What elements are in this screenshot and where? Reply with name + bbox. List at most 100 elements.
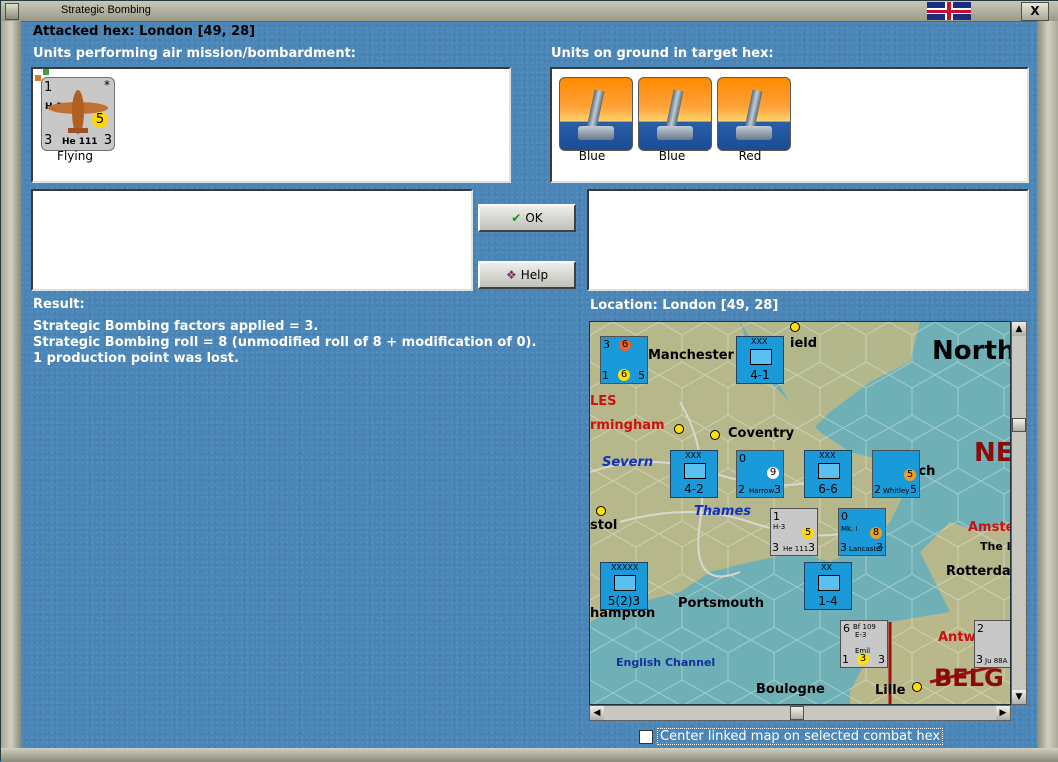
city-label: Coventry — [728, 426, 795, 441]
unit-symbol-icon — [614, 575, 636, 591]
counter-value: 3 — [976, 653, 983, 666]
map-counter-whitley[interactable]: 5 2 Whitley 5 — [872, 450, 920, 498]
counter-value: 3 — [774, 483, 781, 496]
unit-marker-icon — [35, 75, 41, 81]
city-label: ield — [790, 336, 818, 351]
help-label: Help — [520, 268, 549, 282]
counter-value: XXX — [751, 337, 768, 346]
result-line: 1 production point was lost. — [33, 351, 239, 366]
counter-value: 1 — [773, 510, 780, 523]
strategic-bombing-window: Strategic Bombing X Attacked hex: London… — [0, 0, 1058, 762]
counter-value: 6 — [843, 622, 850, 635]
city-label: Antw — [938, 630, 976, 645]
river-label: Thames — [694, 504, 751, 519]
location-label: Location: London [49, 28] — [590, 298, 779, 313]
counter-value: 9 — [767, 467, 779, 479]
map-counter-army[interactable]: XXXXX 5(2)3 — [600, 562, 648, 610]
city-label: rmingham — [590, 418, 665, 433]
counter-value: Bf 109 — [853, 623, 876, 631]
map-counter-harrow[interactable]: 0 9 2 Harrow 3 — [736, 450, 784, 498]
system-menu-icon[interactable] — [5, 3, 19, 20]
air-units-label: Units performing air mission/bombardment… — [33, 46, 357, 61]
counter-value: 3 — [840, 541, 847, 554]
map-counter-ju88[interactable]: 2 3 Ju 88A — [974, 620, 1010, 668]
bottom-frame — [1, 748, 1058, 762]
city-label: Portsmouth — [678, 596, 765, 611]
counter-value: 2 — [977, 622, 984, 635]
bomber-plane-icon — [48, 90, 108, 134]
counter-value: 6 — [619, 339, 631, 351]
ground-unit-aa-3[interactable] — [717, 77, 791, 151]
unit-symbol-icon — [818, 463, 840, 479]
city-dot — [596, 506, 606, 516]
vertical-scroll-thumb[interactable] — [1012, 418, 1026, 432]
help-book-icon: ❖ — [505, 268, 517, 282]
map-counter-manchester-corps[interactable]: XXX 4-1 — [736, 336, 784, 384]
map-vertical-scrollbar[interactable]: ▲ ▼ — [1011, 321, 1027, 705]
unit-type: He 111 — [62, 137, 98, 147]
unit-symbol-icon — [750, 349, 772, 365]
counter-value: 3 — [876, 541, 883, 554]
counter-value: XXXXX — [611, 563, 639, 572]
counter-value: XXX — [685, 451, 702, 460]
air-details-panel — [31, 189, 473, 291]
unit-symbol-icon — [818, 575, 840, 591]
counter-value: 5 — [910, 483, 917, 496]
city-label: LES — [590, 394, 617, 409]
counter-value: 5 — [638, 369, 645, 382]
map-counter-he111[interactable]: 1 H-3 5 3 He 111 3 — [770, 508, 818, 556]
ground-unit-status: Red — [738, 149, 762, 163]
unit-bottom-right-value: 3 — [103, 133, 112, 148]
map-horizontal-scrollbar[interactable]: ◀ ▶ — [589, 705, 1011, 721]
scroll-up-icon[interactable]: ▲ — [1012, 322, 1026, 336]
city-label: Rotterda — [946, 564, 1011, 579]
air-unit-he111[interactable]: 1 * H-3 5 3 He 111 3 — [41, 77, 115, 151]
unit-factor-badge: 5 — [92, 112, 108, 128]
ground-unit-aa-1[interactable] — [559, 77, 633, 151]
scroll-right-icon[interactable]: ▶ — [996, 706, 1010, 720]
attacked-hex-label: Attacked hex: London [49, 28] — [33, 24, 256, 39]
scroll-left-icon[interactable]: ◀ — [590, 706, 604, 720]
city-label: stol — [590, 518, 618, 533]
scroll-down-icon[interactable]: ▼ — [1012, 690, 1026, 704]
map-counter-lancaster[interactable]: 0 Mk. I 8 3 Lancaster 3 — [838, 508, 886, 556]
center-map-checkbox-label[interactable]: Center linked map on selected combat hex — [657, 728, 944, 745]
help-button[interactable]: ❖ Help — [478, 261, 576, 289]
counter-value: 4-1 — [750, 368, 770, 382]
result-line: Strategic Bombing roll = 8 (unmodified r… — [33, 335, 537, 350]
ground-unit-status: Blue — [658, 149, 686, 163]
map-counter-southampton[interactable]: 3 6 1 6 5 — [600, 336, 648, 384]
right-frame — [1037, 21, 1058, 762]
unit-marker-icon — [43, 69, 49, 75]
city-label: Amste — [968, 520, 1011, 535]
counter-value: 5 — [904, 469, 916, 481]
counter-value: XX — [821, 563, 832, 572]
window-title: Strategic Bombing — [61, 4, 151, 16]
counter-value: Harrow — [749, 487, 775, 495]
close-button[interactable]: X — [1021, 2, 1049, 21]
center-map-checkbox[interactable] — [639, 730, 653, 744]
checkmark-icon: ✔ — [511, 211, 522, 225]
title-bar: Strategic Bombing X — [1, 1, 1058, 22]
ok-label: OK — [525, 211, 543, 225]
map-counter-infantry[interactable]: XXX 6-6 — [804, 450, 852, 498]
left-frame — [1, 21, 21, 762]
counter-value: H-3 — [773, 523, 786, 531]
city-dot — [674, 424, 684, 434]
ground-unit-aa-2[interactable] — [638, 77, 712, 151]
map-counter-infantry[interactable]: XXX 4-2 — [670, 450, 718, 498]
counter-value: 1-4 — [818, 594, 838, 608]
map-counter-bf109[interactable]: 6 Bf 109 E-3 Emil 1 3 3 — [840, 620, 888, 668]
city-label: Lille — [875, 683, 906, 698]
map-counter-infantry[interactable]: XX 1-4 — [804, 562, 852, 610]
ok-button[interactable]: ✔ OK — [478, 204, 576, 232]
air-unit-status: Flying — [57, 149, 93, 163]
air-units-panel: 1 * H-3 5 3 He 111 3 Flying — [31, 67, 511, 183]
unit-bottom-left-value: 3 — [44, 133, 53, 148]
counter-value: Mk. I — [841, 525, 858, 533]
counter-value: He 111 — [783, 545, 809, 553]
ground-unit-status: Blue — [578, 149, 606, 163]
horizontal-scroll-thumb[interactable] — [790, 706, 804, 720]
linked-map[interactable]: Manchester Coventry Portsmouth Boulogne … — [589, 321, 1011, 705]
counter-value: 3 — [857, 653, 869, 665]
